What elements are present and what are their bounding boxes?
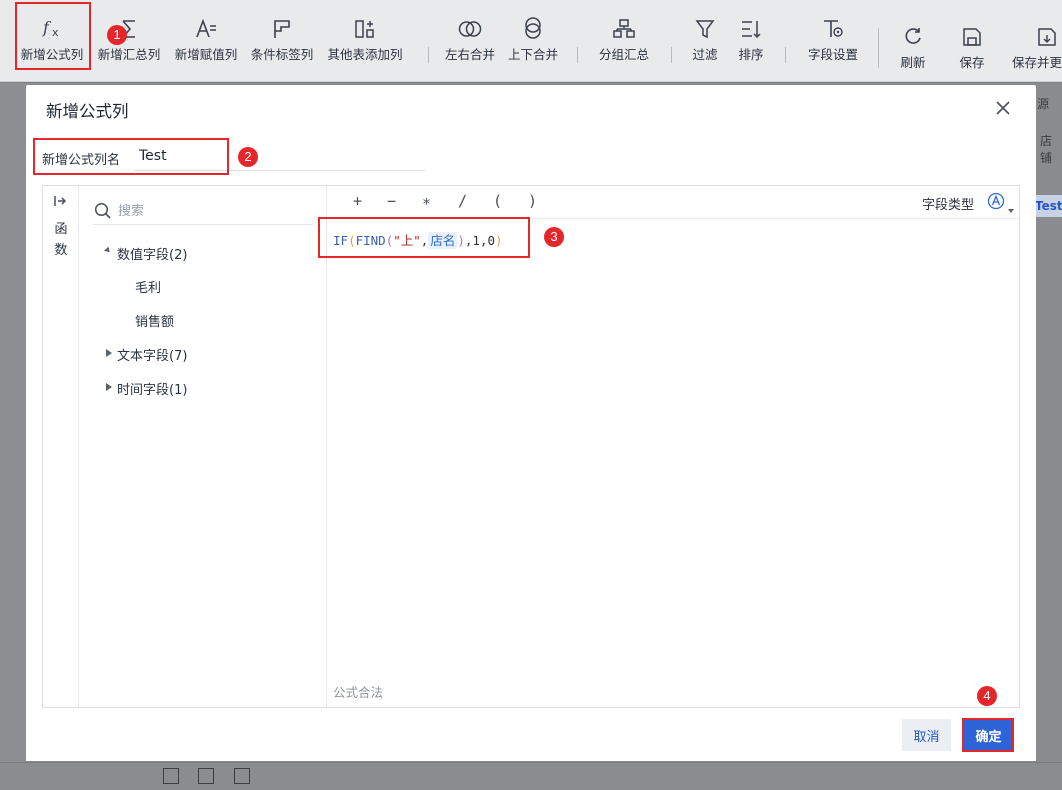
expand-arrow-icon [53,195,67,211]
tree-group-label: 时间字段(1) [117,383,188,398]
operator-open-paren[interactable]: ( [493,192,502,210]
toolbar-merge-vertical[interactable]: 上下合并 [503,0,563,82]
tree-group-time[interactable]: 时间字段(1) [105,379,187,398]
dialog-body: 新增公式列名 函数 数值字段(2) [26,131,1036,761]
operator-plus[interactable]: + [353,192,362,210]
field-search [93,199,313,225]
toolbar-label: 过滤 [692,47,718,62]
close-icon[interactable] [994,99,1012,117]
tree-group-label: 数值字段(2) [117,248,188,263]
operator-divide[interactable]: / [458,192,467,210]
toolbar-separator [878,28,879,68]
toolbar-label: 条件标签列 [250,47,314,62]
toolbar-separator [428,47,429,63]
field-type-label: 字段类型 [922,198,975,213]
annotation-box-3 [318,217,530,258]
annotation-number-3: 3 [544,227,564,247]
formula-editor: 函数 数值字段(2) 毛利 销售额 文本字段(7) [42,185,1020,708]
toolbar-label: 字段设置 [807,47,858,62]
background-text-store: 店铺 [1040,134,1053,165]
function-tab-label: 函数 [54,222,68,258]
background-column-chip: Test [1033,195,1062,217]
annotation-box-1 [15,2,91,70]
toolbar-label: 新增汇总列 [97,47,161,62]
group-icon [612,0,636,40]
formula-status: 公式合法 [333,685,384,700]
filter-icon [694,0,716,40]
operator-multiply[interactable]: ∗ [422,192,431,210]
toolbar-separator [577,47,578,63]
toolbar-sort[interactable]: 排序 [732,0,770,82]
toolbar-label: 左右合并 [444,47,495,62]
field-type-caret-icon[interactable] [1008,209,1014,213]
assign-icon [194,0,218,40]
tree-group-label: 文本字段(7) [117,349,188,364]
toolbar-label: 保存 [959,55,985,70]
bottom-add-grid-icon[interactable] [198,768,214,784]
field-settings-icon [821,0,845,40]
tree-item-sales[interactable]: 销售额 [135,311,174,330]
tree-item-gross-profit[interactable]: 毛利 [135,277,161,296]
add-formula-column-dialog: 新增公式列 新增公式列名 函数 [26,85,1036,761]
toolbar-add-column-from-table[interactable]: 其他表添加列 [323,0,407,82]
toolbar-label: 其他表添加列 [327,47,403,62]
field-panel: 数值字段(2) 毛利 销售额 文本字段(7) 时间字段(1) [79,186,327,707]
merge-horizontal-icon [457,0,483,40]
toolbar-separator [671,47,672,63]
caret-right-icon [106,349,112,357]
toolbar-label: 上下合并 [507,47,558,62]
toolbar-save[interactable]: 保存 [952,8,992,90]
bottom-add-list-icon[interactable] [234,768,250,784]
caret-down-icon [104,246,112,255]
operator-close-paren[interactable]: ) [528,192,537,210]
save-icon [961,8,983,48]
add-column-icon [353,0,377,40]
operator-minus[interactable]: − [387,192,396,210]
flag-icon [271,0,293,40]
toolbar-add-assign-column[interactable]: 新增赋值列 [170,0,242,82]
field-type-icon[interactable] [987,192,1005,214]
merge-vertical-icon [521,0,545,40]
toolbar-condition-tag-column[interactable]: 条件标签列 [246,0,318,82]
tree-group-numeric[interactable]: 数值字段(2) [104,244,188,263]
toolbar-group-summary[interactable]: 分组汇总 [592,0,656,82]
function-panel-toggle[interactable]: 函数 [43,186,79,707]
toolbar-label: 刷新 [900,55,926,70]
toolbar-separator [785,47,786,63]
background-text-source: 源 [1037,97,1050,111]
background-bottom-bar [0,762,1062,790]
annotation-number-4: 4 [977,686,997,706]
annotation-box-2 [33,138,229,175]
toolbar-label: 分组汇总 [598,47,649,62]
toolbar-refresh[interactable]: 刷新 [893,8,933,90]
toolbar-field-settings[interactable]: 字段设置 [801,0,865,82]
toolbar-filter[interactable]: 过滤 [686,0,724,82]
dialog-title: 新增公式列 [46,102,129,121]
caret-right-icon [106,383,112,391]
formula-panel: + − ∗ / ( ) 字段类型 IF(FIND("上", 店名),1,0) 公式… [327,186,1019,707]
toolbar: fx 新增公式列 新增汇总列 新增赋值列 条件标签列 其他表添加列 左右合并 上… [0,0,1062,82]
save-update-icon [1012,8,1058,48]
operator-bar: + − ∗ / ( ) 字段类型 [327,186,1019,219]
annotation-number-1: 1 [107,25,127,45]
annotation-box-4 [962,718,1014,752]
toolbar-merge-horizontal[interactable]: 左右合并 [440,0,500,82]
search-input[interactable] [118,200,308,222]
toolbar-save-and-update[interactable]: 保存并更 [1012,8,1062,90]
search-icon [94,202,112,224]
dialog-header: 新增公式列 [26,85,1036,131]
tree-group-text[interactable]: 文本字段(7) [105,345,187,364]
refresh-icon [902,8,924,48]
toolbar-label: 保存并更 [1012,55,1062,70]
bottom-add-table-icon[interactable] [163,768,179,784]
sort-icon [739,0,763,40]
toolbar-add-summary-column[interactable]: 新增汇总列 [93,0,165,82]
toolbar-label: 新增赋值列 [174,47,238,62]
cancel-button[interactable]: 取消 [902,719,951,751]
annotation-number-2: 2 [238,147,258,167]
toolbar-label: 排序 [738,47,764,62]
